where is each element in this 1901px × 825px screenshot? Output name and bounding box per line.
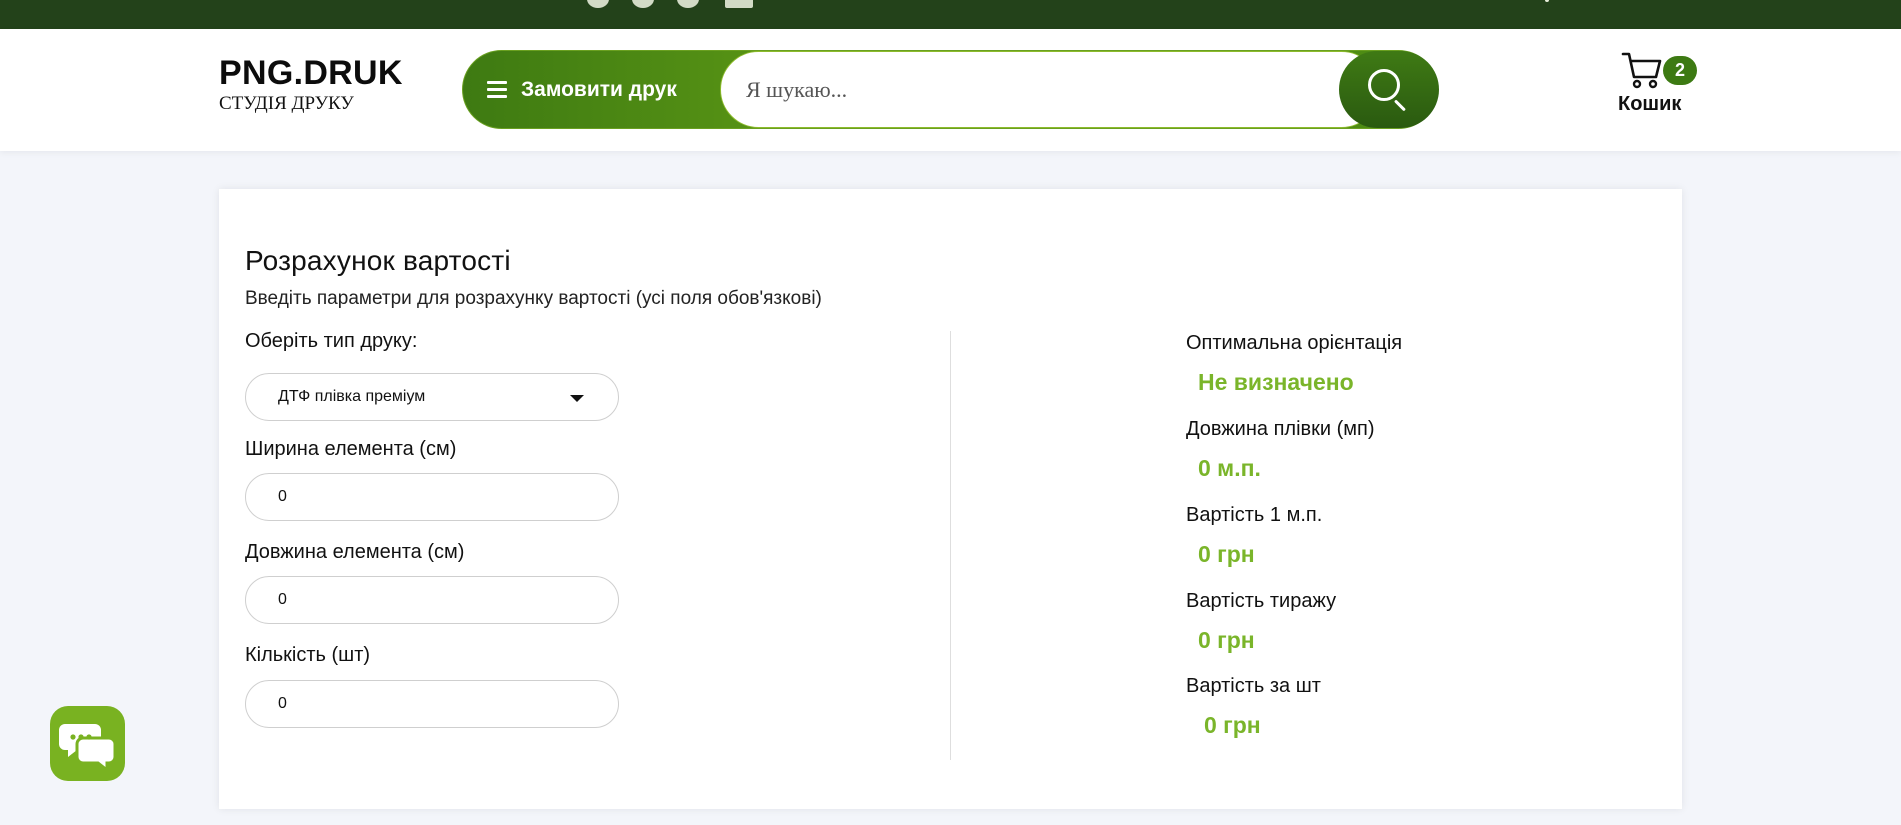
caret-down-icon <box>570 395 584 402</box>
print-type-value: ДТФ плівка преміум <box>278 388 426 405</box>
hamburger-icon <box>487 81 507 98</box>
viber-icon[interactable] <box>677 0 699 8</box>
quantity-label: Кількість (шт) <box>245 644 371 666</box>
width-input[interactable]: 0 <box>245 473 619 521</box>
search-bar: Замовити друк <box>462 50 1439 129</box>
quantity-input[interactable]: 0 <box>245 680 619 728</box>
chat-button[interactable] <box>50 706 125 781</box>
width-value: 0 <box>278 488 287 505</box>
phone-icon[interactable] <box>1545 0 1549 2</box>
print-type-label: Оберіть тип друку: <box>245 330 418 352</box>
logo-title: PNG.DRUK <box>219 54 403 92</box>
search-button[interactable] <box>1339 51 1439 128</box>
telegram-icon[interactable] <box>632 0 654 8</box>
cart-icon <box>1621 52 1662 89</box>
price-per-meter-label: Вартість 1 м.п. <box>1186 504 1323 526</box>
length-label: Довжина елемента (см) <box>245 541 465 563</box>
search-input[interactable] <box>720 51 1380 128</box>
calculator-card: Розрахунок вартості Введіть параметри дл… <box>219 189 1682 809</box>
order-print-button[interactable]: Замовити друк <box>487 51 677 128</box>
width-label: Ширина елемента (см) <box>245 438 457 460</box>
print-type-select[interactable]: ДТФ плівка преміум <box>245 373 619 421</box>
page-title: Розрахунок вартості <box>245 245 511 276</box>
unit-cost-label: Вартість за шт <box>1186 675 1321 697</box>
top-bar <box>0 0 1901 29</box>
column-divider <box>950 331 951 760</box>
length-input[interactable]: 0 <box>245 576 619 624</box>
facebook-icon[interactable] <box>587 0 609 8</box>
film-length-label: Довжина плівки (мп) <box>1186 418 1375 440</box>
mail-icon[interactable] <box>725 0 753 8</box>
page-subtitle: Введіть параметри для розрахунку вартост… <box>245 288 822 309</box>
chat-bubbles-icon <box>59 724 117 774</box>
run-cost-value: 0 грн <box>1198 627 1255 653</box>
price-per-meter-value: 0 грн <box>1198 541 1255 567</box>
film-length-value: 0 м.п. <box>1198 455 1261 481</box>
search-icon <box>1368 68 1410 111</box>
logo-subtitle: СТУДІЯ ДРУКУ <box>219 93 354 114</box>
cart-button[interactable]: 2 Кошик <box>1615 47 1705 127</box>
cart-count-badge: 2 <box>1663 56 1697 85</box>
cart-label: Кошик <box>1618 93 1682 115</box>
quantity-value: 0 <box>278 695 287 712</box>
run-cost-label: Вартість тиражу <box>1186 590 1337 612</box>
site-logo[interactable]: PNG.DRUK СТУДІЯ ДРУКУ <box>219 53 403 115</box>
orientation-value: Не визначено <box>1198 369 1354 395</box>
orientation-label: Оптимальна орієнтація <box>1186 332 1403 354</box>
length-value: 0 <box>278 591 287 608</box>
site-header: PNG.DRUK СТУДІЯ ДРУКУ Замовити друк 2 Ко… <box>0 29 1901 151</box>
unit-cost-value: 0 грн <box>1204 712 1261 738</box>
order-print-label: Замовити друк <box>521 77 677 101</box>
